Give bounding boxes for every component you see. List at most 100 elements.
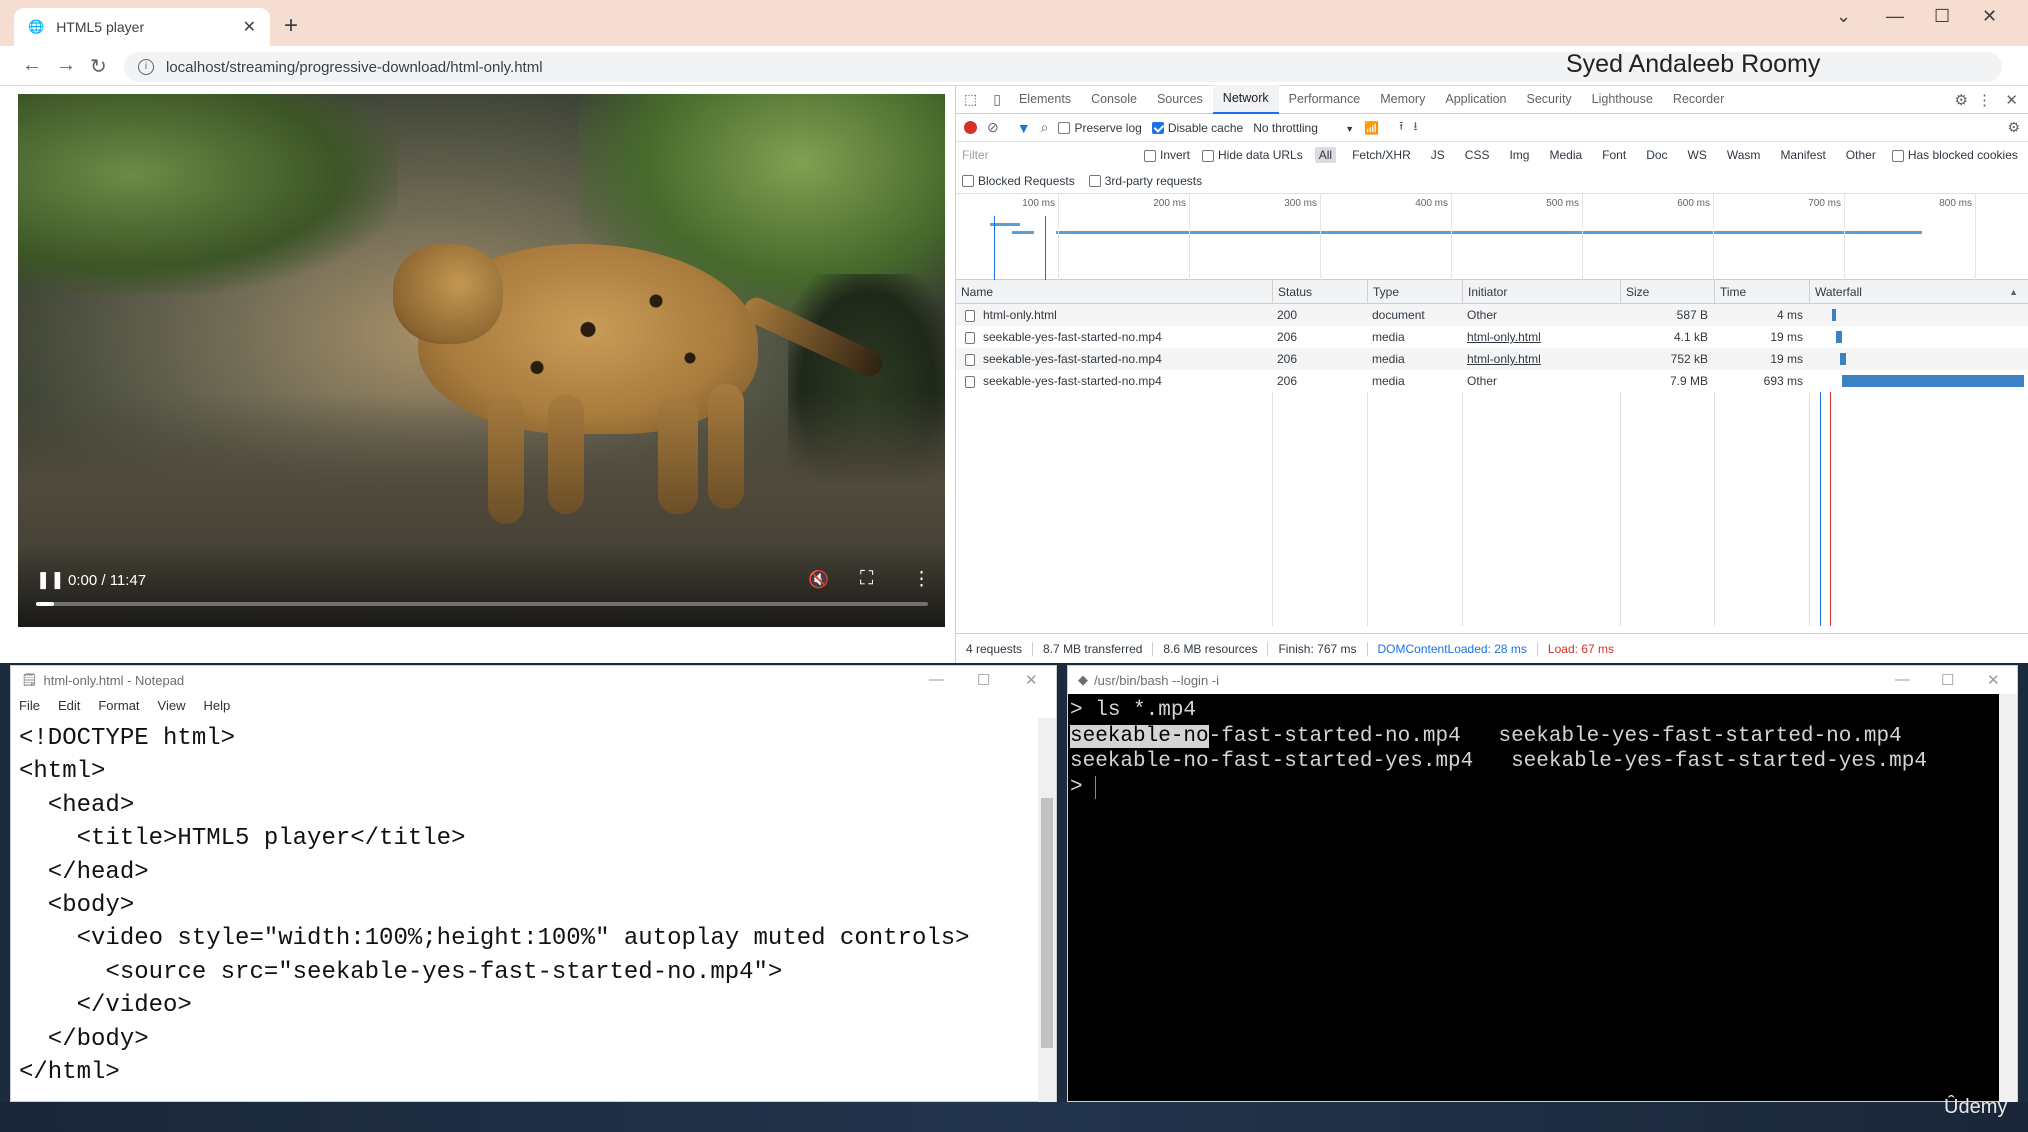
- tab-performance[interactable]: Performance: [1279, 86, 1371, 113]
- tab-sources[interactable]: Sources: [1147, 86, 1213, 113]
- invert-checkbox[interactable]: Invert: [1144, 148, 1190, 162]
- menu-file[interactable]: File: [19, 698, 40, 713]
- clear-icon[interactable]: ⊘: [987, 119, 999, 136]
- forward-icon[interactable]: →: [56, 54, 76, 77]
- column-size[interactable]: Size: [1620, 280, 1714, 303]
- type-filter-css[interactable]: CSS: [1461, 147, 1494, 163]
- waterfall-bar: [1840, 353, 1846, 365]
- tab-network[interactable]: Network: [1212, 85, 1279, 114]
- cell-name: seekable-yes-fast-started-no.mp4: [956, 348, 1272, 370]
- search-icon[interactable]: ⌕: [1041, 119, 1049, 136]
- third-party-checkbox[interactable]: 3rd-party requests: [1088, 173, 1203, 188]
- video-player[interactable]: ❚❚ 0:00 / 11:47 🔇 ⛶ ⋮: [18, 94, 945, 627]
- minimize-icon[interactable]: —: [1886, 6, 1904, 27]
- filter-funnel-icon[interactable]: ▼: [1017, 120, 1031, 136]
- muted-speaker-icon[interactable]: 🔇: [808, 570, 829, 590]
- settings-gear-icon[interactable]: ⚙: [1955, 91, 1968, 109]
- network-settings-icon[interactable]: ⚙: [2007, 119, 2020, 136]
- export-har-icon[interactable]: ⭳: [1413, 117, 1417, 138]
- minimize-icon[interactable]: —: [929, 671, 944, 688]
- throttling-select[interactable]: No throttling ▼: [1253, 121, 1354, 135]
- pause-icon[interactable]: ❚❚: [36, 570, 65, 590]
- import-har-icon[interactable]: ⭱: [1399, 117, 1403, 138]
- network-conditions-icon[interactable]: 📶: [1364, 121, 1379, 135]
- type-filter-js[interactable]: JS: [1427, 147, 1449, 163]
- menu-view[interactable]: View: [158, 698, 186, 713]
- type-filter-ws[interactable]: WS: [1684, 147, 1711, 163]
- column-waterfall[interactable]: Waterfall: [1809, 280, 2028, 303]
- cell-time: 693 ms: [1763, 374, 1803, 388]
- site-info-icon[interactable]: i: [138, 59, 154, 75]
- has-blocked-cookies-checkbox[interactable]: Has blocked cookies: [1891, 148, 2018, 162]
- close-devtools-icon[interactable]: ✕: [2005, 91, 2018, 109]
- new-tab-icon[interactable]: +: [284, 12, 298, 40]
- checkbox-icon: [1891, 149, 1904, 162]
- type-filter-wasm[interactable]: Wasm: [1723, 147, 1765, 163]
- video-options-icon[interactable]: ⋮: [912, 568, 931, 591]
- close-window-icon[interactable]: ✕: [1982, 6, 1997, 27]
- blocked-requests-checkbox[interactable]: Blocked Requests: [962, 174, 1075, 188]
- notepad-scrollbar[interactable]: [1038, 718, 1056, 1102]
- maximize-icon[interactable]: ☐: [1941, 671, 1954, 689]
- tab-search-icon[interactable]: ⌄: [1836, 6, 1851, 27]
- record-icon[interactable]: [964, 121, 977, 134]
- terminal-command: ls *.mp4: [1082, 699, 1197, 722]
- type-filter-other[interactable]: Other: [1842, 147, 1880, 163]
- tab-recorder[interactable]: Recorder: [1663, 86, 1734, 113]
- minimize-icon[interactable]: —: [1895, 671, 1910, 688]
- more-options-icon[interactable]: ⋮: [1977, 91, 1992, 109]
- browser-tab[interactable]: 🌐 HTML5 player ✕: [14, 8, 270, 46]
- tab-lighthouse[interactable]: Lighthouse: [1582, 86, 1663, 113]
- menu-format[interactable]: Format: [98, 698, 139, 713]
- column-time[interactable]: Time: [1714, 280, 1809, 303]
- tab-application[interactable]: Application: [1435, 86, 1516, 113]
- tab-security[interactable]: Security: [1517, 86, 1582, 113]
- third-party-label: 3rd-party requests: [1104, 173, 1203, 188]
- maximize-icon[interactable]: ☐: [977, 671, 990, 689]
- fullscreen-icon[interactable]: ⛶: [860, 568, 873, 590]
- reload-icon[interactable]: ↻: [90, 54, 107, 79]
- close-tab-icon[interactable]: ✕: [243, 17, 256, 37]
- tab-memory[interactable]: Memory: [1370, 86, 1435, 113]
- table-row[interactable]: seekable-yes-fast-started-no.mp4 206 media…: [956, 370, 2028, 392]
- cell-initiator[interactable]: html-only.html: [1462, 348, 1620, 370]
- menu-edit[interactable]: Edit: [58, 698, 80, 713]
- hide-data-urls-checkbox[interactable]: Hide data URLs: [1202, 148, 1303, 162]
- filter-input[interactable]: Filter: [962, 148, 1132, 162]
- type-filter-font[interactable]: Font: [1598, 147, 1630, 163]
- scrollbar-thumb[interactable]: [1041, 798, 1053, 1048]
- disable-cache-checkbox[interactable]: Disable cache: [1151, 121, 1243, 135]
- column-status[interactable]: Status: [1272, 280, 1367, 303]
- table-row[interactable]: html-only.html 200 document Other 587 B 4 ms: [956, 304, 2028, 326]
- column-type[interactable]: Type: [1367, 280, 1462, 303]
- type-filter-media[interactable]: Media: [1545, 147, 1586, 163]
- table-row[interactable]: seekable-yes-fast-started-no.mp4 206 media…: [956, 326, 2028, 348]
- device-toolbar-icon[interactable]: ▯: [985, 91, 1009, 108]
- column-name[interactable]: Name: [956, 280, 1272, 303]
- menu-help[interactable]: Help: [203, 698, 230, 713]
- terminal-scrollbar[interactable]: [1999, 694, 2017, 1102]
- close-icon[interactable]: ✕: [1025, 671, 1038, 689]
- tab-console[interactable]: Console: [1081, 86, 1147, 113]
- notepad-editor[interactable]: <!DOCTYPE html> <html> <head> <title>HTML…: [19, 722, 1035, 1102]
- type-filter-doc[interactable]: Doc: [1642, 147, 1671, 163]
- preserve-log-checkbox[interactable]: Preserve log: [1058, 121, 1142, 135]
- maximize-icon[interactable]: ☐: [1934, 6, 1950, 27]
- inspect-element-icon[interactable]: ⬚: [956, 91, 985, 108]
- tab-elements[interactable]: Elements: [1009, 86, 1081, 113]
- summary-load: Load: 67 ms: [1547, 641, 1614, 656]
- overview-tick-label: 700 ms: [1808, 198, 1841, 209]
- table-row[interactable]: seekable-yes-fast-started-no.mp4 206 media…: [956, 348, 2028, 370]
- type-filter-manifest[interactable]: Manifest: [1776, 147, 1829, 163]
- type-filter-fetchxhr[interactable]: Fetch/XHR: [1348, 147, 1415, 163]
- network-overview[interactable]: 100 ms 200 ms 300 ms 400 ms 500 ms 600 ms 700 …: [956, 194, 2028, 280]
- type-filter-img[interactable]: Img: [1505, 147, 1533, 163]
- type-filter-all[interactable]: All: [1314, 147, 1337, 163]
- terminal-output[interactable]: > ls *.mp4 seekable-no-fast-started-no.mp…: [1070, 698, 2000, 800]
- filter-bar-2: Blocked Requests 3rd-party requests: [956, 168, 2028, 194]
- cell-initiator[interactable]: html-only.html: [1462, 326, 1620, 348]
- column-initiator[interactable]: Initiator: [1462, 280, 1620, 303]
- video-progress-bar[interactable]: [36, 602, 928, 606]
- back-icon[interactable]: ←: [22, 54, 42, 77]
- close-icon[interactable]: ✕: [1987, 671, 2000, 689]
